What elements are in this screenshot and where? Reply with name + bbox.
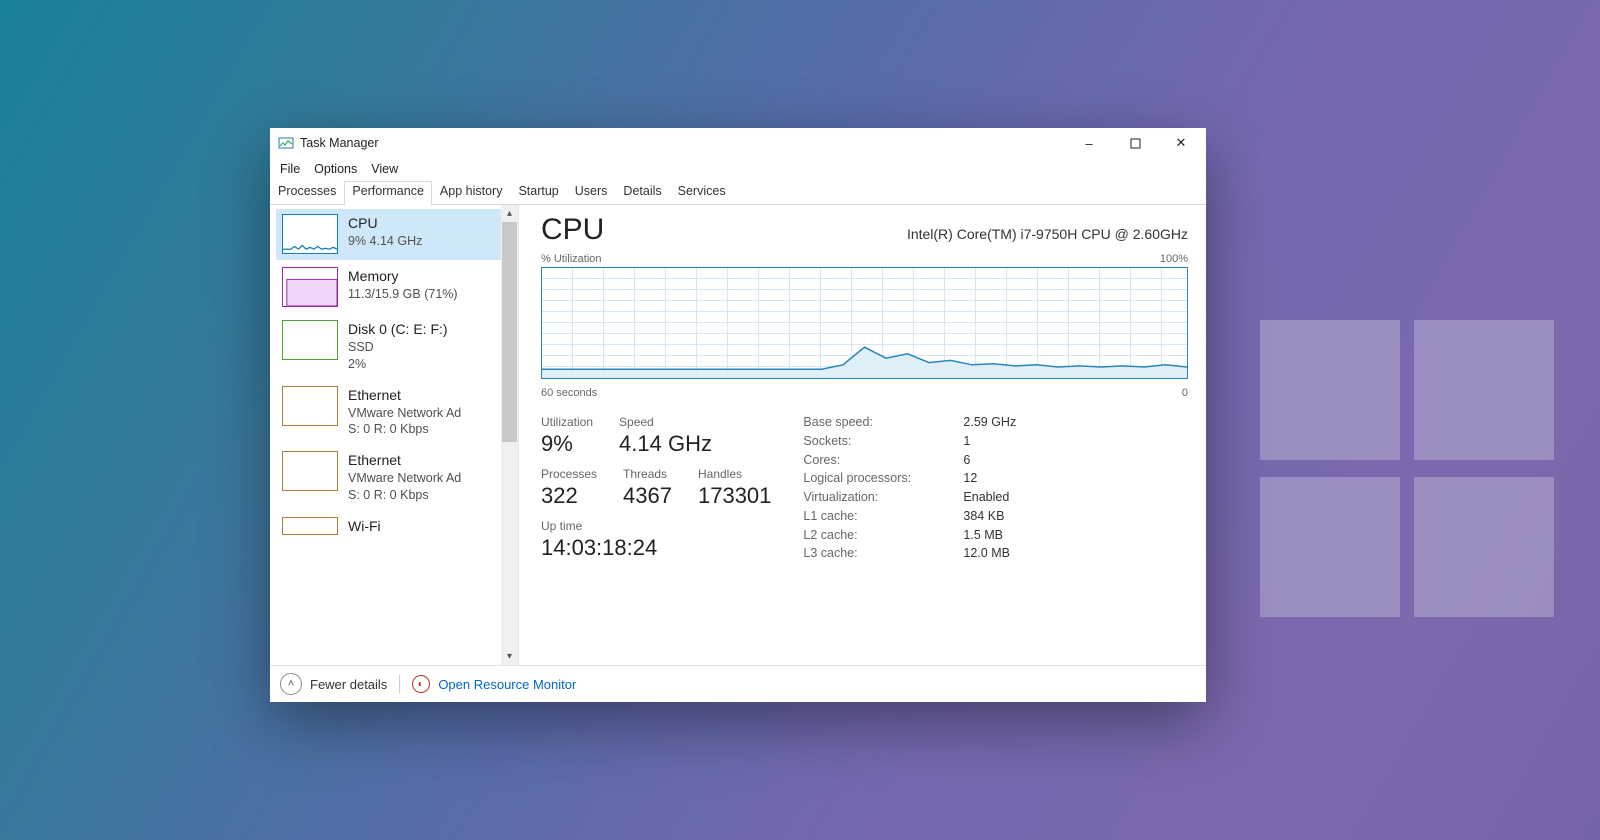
kv-key: Virtualization: — [803, 490, 943, 505]
sidebar-item-detail: SSD — [348, 339, 448, 356]
stat-uptime: Up time 14:03:18:24 — [541, 519, 771, 561]
separator — [399, 675, 400, 693]
sidebar-item-disk0[interactable]: Disk 0 (C: E: F:) SSD 2% — [276, 315, 501, 379]
menu-options[interactable]: Options — [314, 162, 357, 176]
kv-value: 6 — [963, 453, 1016, 468]
stat-processes: Processes 322 — [541, 467, 597, 509]
scroll-down-icon[interactable]: ▾ — [501, 648, 518, 665]
sidebar-item-label: Disk 0 (C: E: F:) — [348, 320, 448, 339]
kv-value: 12 — [963, 471, 1016, 486]
stat-utilization: Utilization 9% — [541, 415, 593, 457]
kv-key: L2 cache: — [803, 528, 943, 543]
menu-view[interactable]: View — [371, 162, 398, 176]
graph-y-label: % Utilization — [541, 253, 602, 265]
sidebar-item-detail: 9% 4.14 GHz — [348, 233, 422, 250]
sidebar-item-detail: 11.3/15.9 GB (71%) — [348, 286, 458, 303]
ethernet-thumb-icon — [282, 451, 338, 491]
chevron-up-icon[interactable]: ˄ — [280, 673, 302, 695]
performance-sidebar: CPU 9% 4.14 GHz Memory 11.3/15.9 GB (71%… — [270, 205, 501, 665]
memory-thumb-icon — [282, 267, 338, 307]
sidebar-item-cpu[interactable]: CPU 9% 4.14 GHz — [276, 209, 501, 260]
sidebar-item-label: Wi-Fi — [348, 517, 381, 536]
kv-value: 12.0 MB — [963, 546, 1016, 561]
sidebar-item-label: CPU — [348, 214, 422, 233]
main-heading: CPU — [541, 213, 604, 247]
kv-value: Enabled — [963, 490, 1016, 505]
sidebar-item-detail: VMware Network Ad — [348, 405, 461, 422]
sidebar-item-memory[interactable]: Memory 11.3/15.9 GB (71%) — [276, 262, 501, 313]
tab-services[interactable]: Services — [670, 180, 734, 204]
stat-handles: Handles 173301 — [698, 467, 771, 509]
kv-key: Cores: — [803, 453, 943, 468]
tab-app-history[interactable]: App history — [432, 180, 511, 204]
titlebar[interactable]: Task Manager – ✕ — [270, 128, 1206, 158]
sidebar-item-label: Ethernet — [348, 451, 461, 470]
kv-key: Logical processors: — [803, 471, 943, 486]
wifi-thumb-icon — [282, 517, 338, 535]
footer: ˄ Fewer details ◐ Open Resource Monitor — [270, 665, 1206, 702]
open-resource-monitor-link[interactable]: Open Resource Monitor — [438, 677, 576, 692]
cpu-utilization-graph[interactable] — [541, 267, 1188, 379]
sidebar-item-label: Memory — [348, 267, 458, 286]
stat-speed: Speed 4.14 GHz — [619, 415, 712, 457]
stat-threads: Threads 4367 — [623, 467, 672, 509]
tab-performance[interactable]: Performance — [344, 181, 432, 205]
menubar: File Options View — [270, 158, 1206, 180]
close-button[interactable]: ✕ — [1158, 128, 1204, 158]
fewer-details-button[interactable]: Fewer details — [310, 677, 387, 692]
app-icon — [278, 135, 294, 151]
sidebar-item-ethernet-2[interactable]: Ethernet VMware Network Ad S: 0 R: 0 Kbp… — [276, 446, 501, 510]
sidebar-scrollbar[interactable]: ▴ ▾ — [501, 205, 518, 665]
kv-value: 1.5 MB — [963, 528, 1016, 543]
sidebar-item-wifi[interactable]: Wi-Fi — [276, 512, 501, 542]
kv-key: L3 cache: — [803, 546, 943, 561]
sidebar-item-label: Ethernet — [348, 386, 461, 405]
tab-startup[interactable]: Startup — [510, 180, 566, 204]
disk-thumb-icon — [282, 320, 338, 360]
kv-key: Sockets: — [803, 434, 943, 449]
maximize-button[interactable] — [1112, 128, 1158, 158]
sidebar-item-detail2: S: 0 R: 0 Kbps — [348, 421, 461, 438]
kv-key: Base speed: — [803, 415, 943, 430]
kv-value: 2.59 GHz — [963, 415, 1016, 430]
cpu-thumb-icon — [282, 214, 338, 254]
sidebar-item-detail2: S: 0 R: 0 Kbps — [348, 487, 461, 504]
windows-logo-decoration — [1260, 320, 1560, 620]
performance-main: CPU Intel(R) Core(TM) i7-9750H CPU @ 2.6… — [519, 205, 1206, 665]
graph-y-max: 100% — [1160, 253, 1188, 265]
resource-monitor-icon: ◐ — [409, 671, 434, 696]
scroll-up-icon[interactable]: ▴ — [501, 205, 518, 222]
kv-key: L1 cache: — [803, 509, 943, 524]
graph-x-right: 0 — [1182, 387, 1188, 399]
kv-value: 1 — [963, 434, 1016, 449]
tabstrip: Processes Performance App history Startu… — [270, 180, 1206, 205]
ethernet-thumb-icon — [282, 386, 338, 426]
graph-x-label: 60 seconds — [541, 387, 597, 399]
scroll-thumb[interactable] — [502, 222, 517, 442]
minimize-button[interactable]: – — [1066, 128, 1112, 158]
sidebar-item-detail: VMware Network Ad — [348, 470, 461, 487]
task-manager-window: Task Manager – ✕ File Options View Proce… — [270, 128, 1206, 702]
tab-processes[interactable]: Processes — [270, 180, 344, 204]
kv-value: 384 KB — [963, 509, 1016, 524]
window-title: Task Manager — [300, 136, 379, 150]
tab-users[interactable]: Users — [567, 180, 616, 204]
sidebar-item-ethernet-1[interactable]: Ethernet VMware Network Ad S: 0 R: 0 Kbp… — [276, 381, 501, 445]
cpu-details-grid: Base speed: 2.59 GHz Sockets: 1 Cores: 6 Logic… — [803, 415, 1016, 561]
sidebar-item-detail2: 2% — [348, 356, 448, 373]
menu-file[interactable]: File — [280, 162, 300, 176]
tab-details[interactable]: Details — [615, 180, 669, 204]
cpu-model: Intel(R) Core(TM) i7-9750H CPU @ 2.60GHz — [907, 226, 1188, 242]
